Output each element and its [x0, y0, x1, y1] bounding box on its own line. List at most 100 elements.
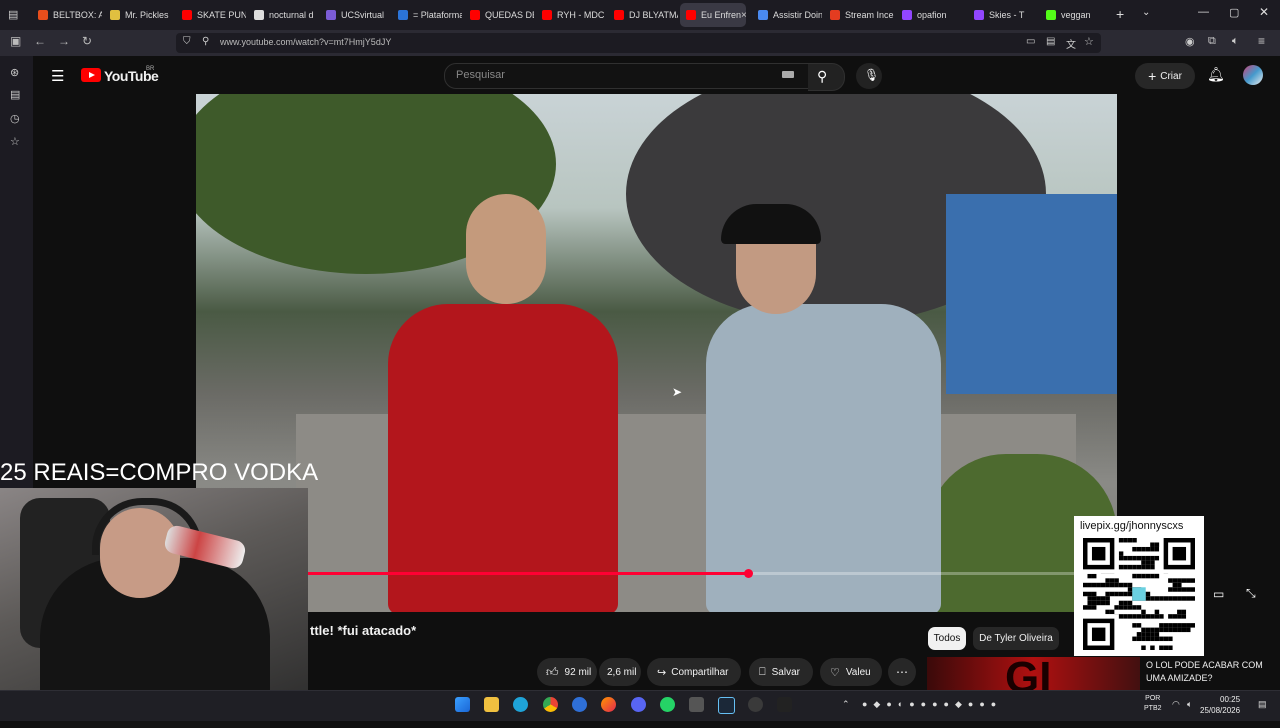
extensions-icon[interactable]: ⧉	[1208, 35, 1216, 48]
sidebar-toggle-icon[interactable]: ▣	[10, 34, 21, 48]
share-button[interactable]: ↪ Compartilhar	[647, 658, 741, 686]
menu-icon[interactable]: ≡	[1258, 34, 1265, 48]
tray-icons[interactable]: ●◆●◐●●●●◆●●●	[862, 699, 1002, 710]
system-clock[interactable]: 00:25 25/08/2026	[1200, 694, 1240, 716]
ai-chat-icon[interactable]: ⊛	[10, 66, 19, 79]
obs-icon[interactable]	[777, 697, 792, 712]
tab[interactable]: Mr. Pickles	[104, 3, 174, 27]
reader-icon[interactable]: ▤	[1046, 36, 1055, 47]
notifications-bell-icon[interactable]: 🔔︎	[1207, 66, 1225, 83]
wifi-icon[interactable]: ◠	[1172, 699, 1180, 710]
tab-favicon-icon	[974, 10, 984, 20]
url-text[interactable]: www.youtube.com/watch?v=mt7HmjY5dJY	[220, 37, 391, 47]
tab[interactable]: opafion	[896, 3, 966, 27]
permissions-icon[interactable]: ⚲	[202, 36, 209, 47]
thanks-button[interactable]: ♡ Valeu	[820, 658, 882, 686]
audio-icon[interactable]: 🔈︎	[1232, 35, 1239, 48]
tab[interactable]: RYH - MDC	[536, 3, 606, 27]
tab[interactable]: DJ BLYATMA	[608, 3, 678, 27]
video-title: ttle! *fui atacado*	[310, 623, 417, 638]
tab-label: = Plataforma	[413, 10, 462, 20]
input-language[interactable]: POR PTB2	[1144, 694, 1162, 714]
keyboard-icon[interactable]	[782, 71, 794, 78]
search-button[interactable]: ⚲	[808, 63, 845, 91]
translate-icon[interactable]: 文	[1066, 36, 1076, 51]
tab[interactable]: = Plataforma	[392, 3, 462, 27]
notifications-icon[interactable]: ▤	[1258, 699, 1267, 710]
back-button[interactable]: ←	[34, 34, 46, 48]
plus-icon: +	[1148, 68, 1157, 84]
minimize-button[interactable]: —	[1198, 6, 1209, 18]
subtitles-icon[interactable]: ▭	[1213, 587, 1224, 601]
history-icon[interactable]: ◷	[10, 112, 20, 125]
file-explorer-icon[interactable]	[484, 697, 499, 712]
tab-label: Assistir Doin	[773, 10, 822, 20]
new-tab-button[interactable]: +	[1116, 6, 1124, 22]
qr-label: livepix.gg/jhonnyscxs	[1080, 520, 1184, 532]
tab[interactable]: UCSvirtual	[320, 3, 390, 27]
tab[interactable]: Stream Ince	[824, 3, 894, 27]
video-person-blue-shirt	[706, 304, 941, 612]
tab[interactable]: Skies - T	[968, 3, 1038, 27]
app-icon-gray[interactable]	[689, 697, 704, 712]
tab-favicon-icon	[326, 10, 336, 20]
start-menu-icon[interactable]	[455, 697, 470, 712]
chip-from-creator[interactable]: De Tyler Oliveira	[973, 627, 1059, 650]
settings-app-icon[interactable]	[748, 697, 763, 712]
chip-all[interactable]: Todos	[928, 627, 966, 650]
shield-icon[interactable]: ⛉	[183, 36, 191, 47]
video-head-left	[466, 194, 546, 304]
steam-icon[interactable]	[718, 697, 735, 714]
discord-icon[interactable]	[631, 697, 646, 712]
tab-label: Skies - T	[989, 10, 1025, 20]
tab[interactable]: QUEDAS DE	[464, 3, 534, 27]
pip-icon[interactable]: ▭	[1026, 36, 1035, 47]
bookmarks-icon[interactable]: ☆	[10, 135, 20, 148]
tab[interactable]: nocturnal d	[248, 3, 318, 27]
video-player[interactable]	[196, 94, 1117, 612]
stream-overlay-text: 25 REAIS=COMPRO VODKA	[0, 459, 319, 486]
hamburger-menu-icon[interactable]: ☰	[51, 67, 64, 85]
tray-overflow-icon[interactable]: ⌃	[842, 699, 850, 710]
avatar[interactable]	[1243, 65, 1263, 85]
forward-button[interactable]: →	[58, 34, 70, 48]
volume-icon[interactable]: 🔈︎	[1187, 699, 1192, 710]
video-person-red-jersey	[388, 304, 618, 612]
comments-button[interactable]: 2,6 mil	[599, 658, 641, 686]
create-button[interactable]: + Criar	[1135, 63, 1195, 89]
close-window-button[interactable]: ✕	[1259, 5, 1269, 19]
synced-tabs-icon[interactable]: ▤	[10, 88, 20, 101]
tab-list-icon[interactable]: ▤	[8, 8, 18, 21]
youtube-logo-icon[interactable]	[81, 68, 101, 82]
bookmark-star-icon[interactable]: ☆	[1084, 35, 1094, 48]
tab[interactable]: SKATE PUN	[176, 3, 246, 27]
tab-label: QUEDAS DE	[485, 10, 534, 20]
chrome-icon[interactable]	[543, 697, 558, 712]
tab-label: Eu Enfren	[701, 10, 742, 20]
reload-button[interactable]: ↻	[82, 34, 92, 48]
tab-close-icon[interactable]: ×	[741, 10, 746, 21]
related-video-title[interactable]: O LOL PODE ACABAR COM UMA AMIZADE?	[1146, 659, 1276, 685]
whatsapp-icon[interactable]	[660, 697, 675, 712]
create-label: Criar	[1160, 70, 1182, 82]
like-button[interactable]: 👍︎ 92 mil	[537, 658, 597, 686]
edge-icon[interactable]	[513, 697, 528, 712]
firefox-icon[interactable]	[601, 697, 616, 712]
tab[interactable]: veggan	[1040, 3, 1110, 27]
video-progress-played[interactable]	[308, 572, 749, 575]
tab-overflow-icon[interactable]: ⌄	[1142, 7, 1150, 18]
tab[interactable]: Assistir Doin	[752, 3, 822, 27]
maximize-button[interactable]: ▢	[1229, 6, 1239, 19]
fullscreen-icon[interactable]: ⤡	[1246, 586, 1256, 601]
app-icon-blue[interactable]	[572, 697, 587, 712]
tab[interactable]: Eu Enfren ×	[680, 3, 746, 27]
comment-count: 2,6 mil	[607, 666, 637, 678]
save-button[interactable]: ⎕ Salvar	[749, 658, 813, 686]
account-icon[interactable]: ◉	[1185, 35, 1195, 48]
region-code: BR	[146, 66, 155, 72]
more-actions-button[interactable]: ⋯	[888, 658, 916, 686]
tab[interactable]: BELTBOX: Ar	[32, 3, 102, 27]
tab-favicon-icon	[830, 10, 840, 20]
tab-favicon-icon	[470, 10, 480, 20]
voice-search-button[interactable]: 🎙︎	[856, 63, 882, 89]
